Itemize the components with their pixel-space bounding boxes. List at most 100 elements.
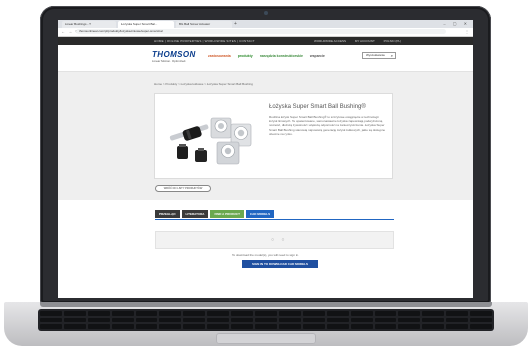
tab-underline <box>155 219 394 220</box>
keyboard-key <box>470 311 492 316</box>
nav-item-support[interactable]: wsparcie <box>310 54 325 58</box>
keyboard-key <box>255 324 277 329</box>
keyboard-key <box>63 324 86 329</box>
keyboard-key <box>135 324 158 329</box>
utility-link-contact[interactable]: CONTACT <box>239 39 255 43</box>
keyboard-key <box>135 317 158 323</box>
keyboard-key <box>183 317 206 323</box>
keyboard <box>38 309 494 331</box>
utility-link-home[interactable]: HOME <box>154 39 164 43</box>
keyboard-key <box>350 317 373 323</box>
product-image <box>169 117 252 165</box>
keyboard-key <box>470 324 492 329</box>
search-icon[interactable]: ⌕ <box>391 53 393 58</box>
keyboard-key <box>374 324 397 329</box>
thomson-logo[interactable]: THOMSON Linear Motion. Optimized. <box>152 50 196 63</box>
keyboard-key <box>63 317 86 323</box>
worldwide-access-link[interactable]: WORLDWIDE ACCESS <box>314 39 346 43</box>
browser-tab[interactable]: BG Ball Screw Actuator <box>176 21 232 28</box>
trackpad <box>216 333 316 344</box>
logo-tagline: Linear Motion. Optimized. <box>152 59 187 63</box>
utility-nav: HOME | ONLINE PROPERTIES | WORLDWIDE SIT… <box>154 39 255 43</box>
keyboard-key <box>111 311 134 316</box>
laptop-base <box>4 302 528 346</box>
keyboard-key <box>159 311 182 316</box>
product-title: Łożyska Super Smart Ball Bushing® <box>269 104 366 110</box>
window-controls-icon[interactable]: – ▢ ✕ <box>443 21 470 26</box>
nav-item-design-tools[interactable]: narzędzia konstruktorskie <box>260 54 303 58</box>
keyboard-key <box>40 311 62 316</box>
utility-bar: HOME | ONLINE PROPERTIES | WORLDWIDE SIT… <box>58 37 473 45</box>
utility-link-online[interactable]: ONLINE PROPERTIES <box>167 39 202 43</box>
keyboard-key <box>398 324 421 329</box>
keyboard-key <box>207 311 230 316</box>
browser-tab-bar: Linear Bushings - T Łożyska Super Smart … <box>58 20 473 28</box>
product-details-section: PRZEGLĄD LITERATURA FIND A PRODUCT CAD MODE… <box>58 200 473 298</box>
language-select[interactable]: POLSKI (PL) <box>384 39 401 43</box>
laptop-lid: Linear Bushings - T Łożyska Super Smart … <box>40 6 491 304</box>
laptop-mockup: Linear Bushings - T Łożyska Super Smart … <box>0 0 532 355</box>
logo-text: THOMSON <box>152 50 196 59</box>
tab-find-product[interactable]: FIND A PRODUCT <box>210 210 244 218</box>
breadcrumb[interactable]: Home > Produkty > Łożyska kulkowe > Łoży… <box>154 82 253 86</box>
keyboard-key <box>326 317 349 323</box>
keyboard-key <box>398 311 421 316</box>
keyboard-key <box>374 311 397 316</box>
keyboard-key <box>398 317 421 323</box>
keyboard-key <box>87 317 110 323</box>
back-to-products-button[interactable]: WRÓĆ DO LISTY PRODUKTÓW <box>155 185 211 192</box>
loading-icon: ○ ○ <box>271 237 288 243</box>
tab-literature[interactable]: LITERATURA <box>181 210 209 218</box>
keyboard-key <box>302 317 325 323</box>
browser-tab-active[interactable]: Łożyska Super Smart Bal... <box>118 21 174 28</box>
nav-item-applications[interactable]: zastosowania <box>208 54 231 58</box>
new-tab-icon[interactable]: + <box>234 21 237 28</box>
site-header: THOMSON Linear Motion. Optimized. zastos… <box>58 45 473 72</box>
page-content: Home > Produkty > Łożyska kulkowe > Łoży… <box>58 72 473 298</box>
keyboard-key <box>207 324 230 329</box>
utility-right: WORLDWIDE ACCESS MY ACCOUNT POLSKI (PL) <box>314 37 409 45</box>
laptop-hinge <box>40 302 492 307</box>
browser-tab[interactable]: Linear Bushings - T <box>62 21 116 28</box>
keyboard-key <box>183 324 206 329</box>
keyboard-key <box>87 311 110 316</box>
search-input[interactable]: Wyszukiwanie ⌕ <box>362 52 396 59</box>
keyboard-key <box>278 324 301 329</box>
keyboard-key <box>350 324 373 329</box>
nav-item-products[interactable]: produkty <box>238 54 253 58</box>
keyboard-key <box>87 324 110 329</box>
tab-overview[interactable]: PRZEGLĄD <box>155 210 180 218</box>
utility-link-worldwide[interactable]: WORLDWIDE SITES <box>205 39 237 43</box>
login-note: To download the model(s), you will need … <box>231 253 300 257</box>
url-field[interactable]: thomsonlinear.com/pl/produkty/lozyska-li… <box>76 29 446 34</box>
laptop-screen: Linear Bushings - T Łożyska Super Smart … <box>58 20 473 298</box>
keyboard-key <box>446 311 469 316</box>
keyboard-key <box>183 311 206 316</box>
keyboard-key <box>326 324 349 329</box>
product-tabs: PRZEGLĄD LITERATURA FIND A PRODUCT CAD MODE… <box>155 210 276 218</box>
keyboard-key <box>278 311 301 316</box>
keyboard-key <box>278 317 301 323</box>
keyboard-key <box>350 311 373 316</box>
keyboard-key <box>326 311 349 316</box>
address-bar: ← → ↻ thomsonlinear.com/pl/produkty/lozy… <box>58 28 473 37</box>
signin-download-button[interactable]: SIGN IN TO DOWNLOAD CAD MODELS <box>242 260 318 268</box>
keyboard-key <box>446 317 469 323</box>
browser-menu-icon[interactable]: ⋮ <box>465 29 469 34</box>
keyboard-key <box>422 311 445 316</box>
search-placeholder: Wyszukiwanie <box>366 53 385 57</box>
keyboard-key <box>159 317 182 323</box>
main-nav: zastosowania produkty narzędzia konstruk… <box>208 54 331 58</box>
keyboard-key <box>422 317 445 323</box>
tab-cad-models[interactable]: CAD MODELS <box>245 210 275 218</box>
keyboard-key <box>470 317 492 323</box>
keyboard-key <box>374 317 397 323</box>
keyboard-key <box>63 311 86 316</box>
webcam-icon <box>264 11 268 15</box>
keyboard-key <box>302 311 325 316</box>
keyboard-key <box>422 324 445 329</box>
keyboard-key <box>231 317 254 323</box>
keyboard-key <box>446 324 469 329</box>
keyboard-key <box>159 324 182 329</box>
my-account-link[interactable]: MY ACCOUNT <box>355 39 375 43</box>
